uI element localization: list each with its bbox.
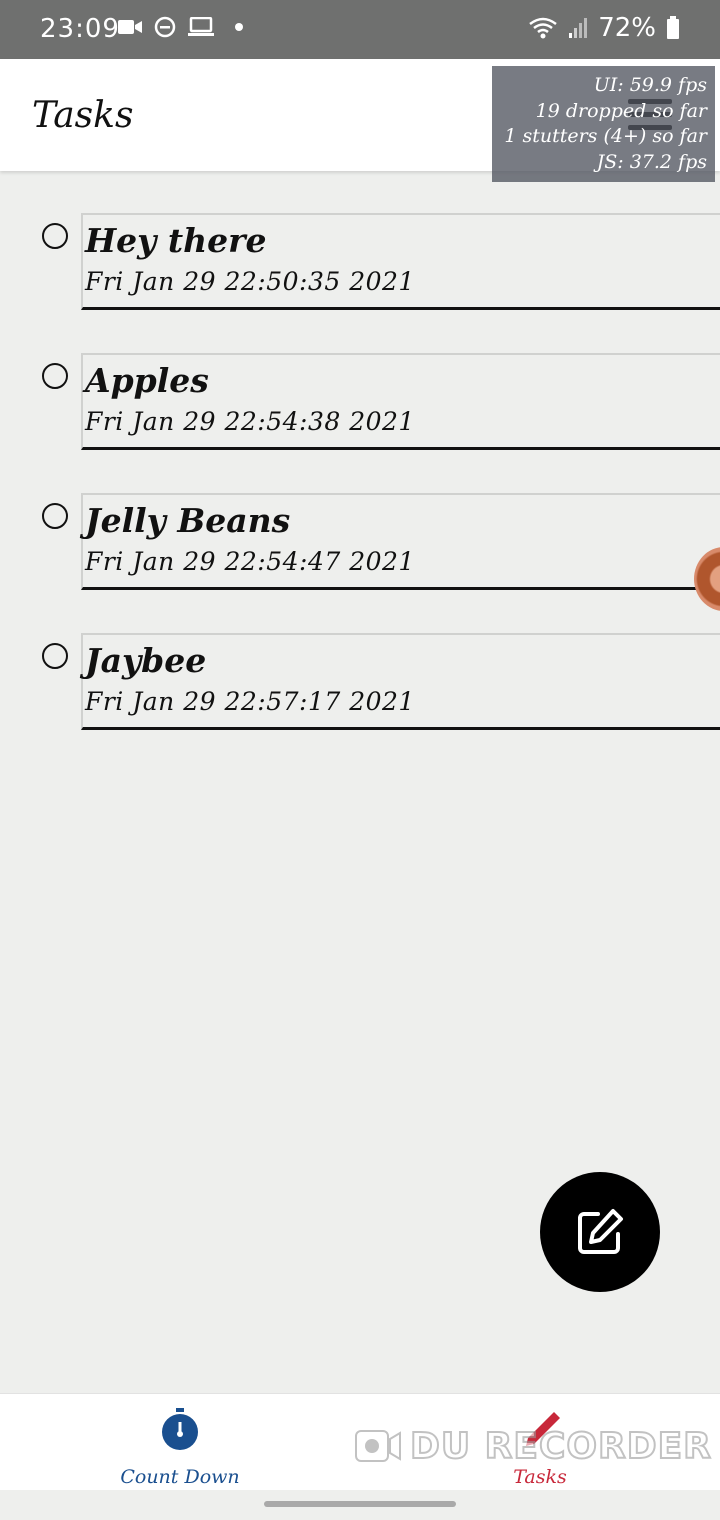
task-checkbox[interactable] [42, 503, 68, 529]
signal-icon [569, 18, 588, 38]
tab-count-down[interactable]: Count Down [0, 1394, 360, 1491]
status-bar: 23:09 72% [0, 0, 720, 59]
wifi-icon [529, 17, 557, 39]
task-card[interactable]: Hey there Fri Jan 29 22:50:35 2021 [81, 213, 720, 310]
ui-fps-text: UI: 59.9 fps [593, 74, 707, 96]
video-camera-icon [118, 20, 142, 34]
edit-icon [578, 1209, 623, 1254]
battery-icon [667, 16, 679, 39]
task-date: Fri Jan 29 22:54:47 2021 [85, 547, 415, 576]
perf-monitor-overlay: UI: 59.9 fps 19 dropped so far 1 stutter… [492, 66, 715, 182]
do-not-disturb-icon [154, 16, 176, 38]
task-date: Fri Jan 29 22:57:17 2021 [85, 687, 415, 716]
task-title: Jaybee [85, 641, 207, 680]
status-icons [118, 16, 246, 38]
task-card[interactable]: Jaybee Fri Jan 29 22:57:17 2021 [81, 633, 720, 730]
task-checkbox[interactable] [42, 223, 68, 249]
notification-dot-icon [235, 23, 243, 31]
task-item[interactable]: Apples Fri Jan 29 22:54:38 2021 [0, 353, 720, 453]
add-task-button[interactable] [540, 1172, 660, 1292]
task-title: Hey there [85, 221, 267, 260]
tab-count-down-label: Count Down [120, 1466, 240, 1488]
du-recorder-watermark: DU RECORDER [354, 1425, 712, 1468]
task-item[interactable]: Jelly Beans Fri Jan 29 22:54:47 2021 [0, 493, 720, 593]
js-fps-text: JS: 37.2 fps [596, 150, 707, 173]
task-item[interactable]: Jaybee Fri Jan 29 22:57:17 2021 [0, 633, 720, 733]
watermark-text: DU RECORDER [409, 1425, 712, 1468]
gesture-area [0, 1490, 720, 1520]
tab-tasks-label: Tasks [513, 1466, 567, 1488]
task-item[interactable]: Hey there Fri Jan 29 22:50:35 2021 [0, 213, 720, 313]
task-card[interactable]: Apples Fri Jan 29 22:54:38 2021 [81, 353, 720, 450]
home-gesture-bar[interactable] [264, 1501, 456, 1507]
task-card[interactable]: Jelly Beans Fri Jan 29 22:54:47 2021 [81, 493, 720, 590]
status-right: 72% [528, 13, 680, 43]
task-date: Fri Jan 29 22:50:35 2021 [85, 267, 415, 296]
laptop-icon [188, 17, 214, 36]
camera-logo-icon [355, 1430, 401, 1462]
stopwatch-icon [162, 1408, 198, 1450]
task-checkbox[interactable] [42, 363, 68, 389]
status-time: 23:09 [40, 14, 120, 44]
task-checkbox[interactable] [42, 643, 68, 669]
dropped-frames-text: 19 dropped so far [535, 99, 707, 122]
battery-percent: 72% [598, 13, 656, 43]
task-date: Fri Jan 29 22:54:38 2021 [85, 407, 415, 436]
page-title: Tasks [32, 95, 134, 136]
task-title: Apples [85, 361, 209, 400]
task-title: Jelly Beans [85, 501, 291, 540]
stutters-text: 1 stutters (4+) so far [504, 125, 707, 147]
